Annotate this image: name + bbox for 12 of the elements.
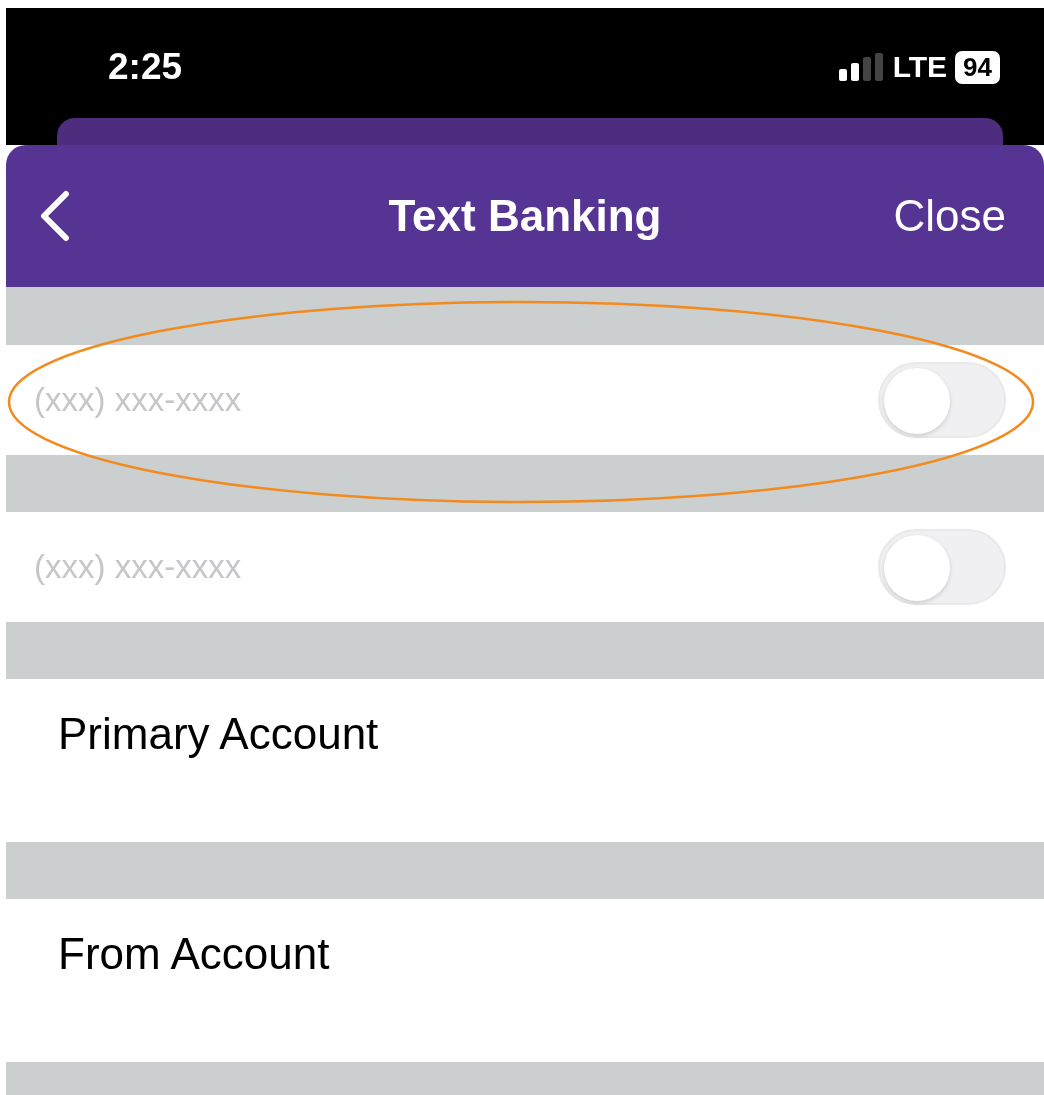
toggle-switch[interactable] — [878, 362, 1006, 438]
battery-level: 94 — [955, 50, 1000, 84]
account-label[interactable]: From Account — [58, 929, 330, 978]
network-label: LTE — [892, 50, 948, 84]
nav-title: Text Banking — [388, 191, 662, 241]
close-button[interactable]: Close — [893, 191, 1006, 241]
account-label[interactable]: Primary Account — [58, 709, 379, 758]
back-button[interactable] — [38, 190, 72, 242]
status-time: 2:25 — [108, 46, 183, 88]
phone-input-field[interactable]: (xxx) xxx-xxxx — [34, 381, 434, 419]
signal-icon — [838, 53, 885, 81]
phone-input-field[interactable]: (xxx) xxx-xxxx — [34, 548, 434, 586]
